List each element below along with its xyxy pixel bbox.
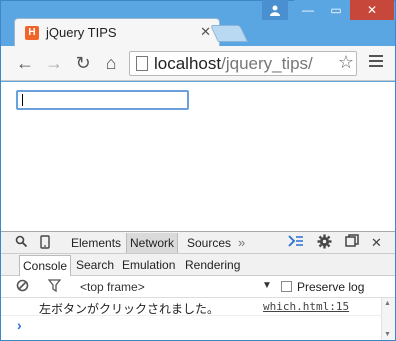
more-tabs-icon[interactable]: »	[238, 235, 245, 250]
dock-side-icon[interactable]	[345, 234, 359, 250]
console-message-text: 左ボタンがクリックされました。	[39, 302, 220, 316]
text-caret	[22, 94, 23, 106]
url-text: localhost/jquery_tips/	[154, 54, 313, 74]
frame-selector[interactable]: <top frame>	[80, 280, 145, 294]
url-path: /jquery_tips/	[221, 54, 313, 73]
url-host: localhost	[154, 54, 222, 73]
clear-console-icon[interactable]	[16, 279, 29, 295]
preserve-log-label: Preserve log	[297, 280, 365, 294]
devtools-close-icon[interactable]: ✕	[371, 235, 382, 251]
preserve-log-checkbox[interactable]	[281, 281, 292, 292]
page-content	[1, 82, 395, 231]
tab-close-icon[interactable]: ✕	[200, 24, 211, 40]
page-icon	[136, 56, 148, 71]
tab-emulation[interactable]: Emulation	[122, 258, 175, 272]
text-input[interactable]	[16, 90, 189, 110]
browser-toolbar: ← → ↻ ⌂ localhost/jquery_tips/ ☆	[1, 46, 395, 81]
tab-elements[interactable]: Elements	[71, 236, 121, 250]
show-console-icon[interactable]	[288, 234, 304, 251]
minimize-button[interactable]: —	[294, 0, 322, 20]
devtools-main-toolbar: Elements Network Sources » ✕	[1, 232, 395, 254]
address-bar[interactable]: localhost/jquery_tips/ ☆	[129, 51, 357, 76]
tab-sources[interactable]: Sources	[187, 236, 231, 250]
settings-gear-icon[interactable]	[317, 234, 332, 252]
tab-console[interactable]: Console	[19, 255, 72, 276]
filter-icon[interactable]	[47, 279, 62, 295]
window-close-button[interactable]: ✕	[350, 0, 394, 20]
home-icon[interactable]: ⌂	[101, 53, 121, 73]
tab-title: jQuery TIPS	[46, 25, 117, 40]
maximize-button[interactable]: ▭	[322, 0, 350, 20]
devtools-panel: Elements Network Sources » ✕ Console Sea…	[1, 231, 395, 340]
tab-network[interactable]: Network	[126, 233, 179, 253]
user-icon[interactable]	[262, 0, 288, 20]
bookmark-star-icon[interactable]: ☆	[335, 52, 354, 73]
console-message-row: 左ボタンがクリックされました。 which.html:15	[1, 298, 395, 316]
back-icon[interactable]: ←	[15, 53, 35, 73]
tab-jquery-tips[interactable]: H jQuery TIPS ✕	[14, 18, 220, 46]
tab-search[interactable]: Search	[76, 258, 114, 272]
scroll-up-icon[interactable]: ▲	[384, 300, 391, 307]
console-source-link[interactable]: which.html:15	[263, 300, 349, 313]
scroll-down-icon[interactable]: ▼	[384, 331, 391, 338]
inspect-search-icon[interactable]	[15, 235, 28, 251]
menu-icon[interactable]	[369, 55, 383, 70]
tab-strip: H jQuery TIPS ✕ — ▭ ✕	[0, 0, 396, 46]
forward-icon[interactable]: →	[44, 53, 64, 73]
console-scrollbar[interactable]: ▲ ▼	[381, 298, 395, 340]
console-prompt-icon[interactable]: ›	[17, 317, 22, 333]
window-controls: — ▭ ✕	[262, 0, 394, 20]
tab-rendering[interactable]: Rendering	[185, 258, 240, 272]
device-mode-icon[interactable]	[40, 235, 50, 252]
drawer-tabs: Console Search Emulation Rendering	[1, 254, 395, 276]
frame-selector-arrow-icon[interactable]: ▼	[262, 280, 272, 291]
html5-icon: H	[25, 26, 39, 40]
console-filter-bar: <top frame> ▼ Preserve log	[1, 276, 395, 298]
reload-icon[interactable]: ↻	[73, 53, 93, 73]
